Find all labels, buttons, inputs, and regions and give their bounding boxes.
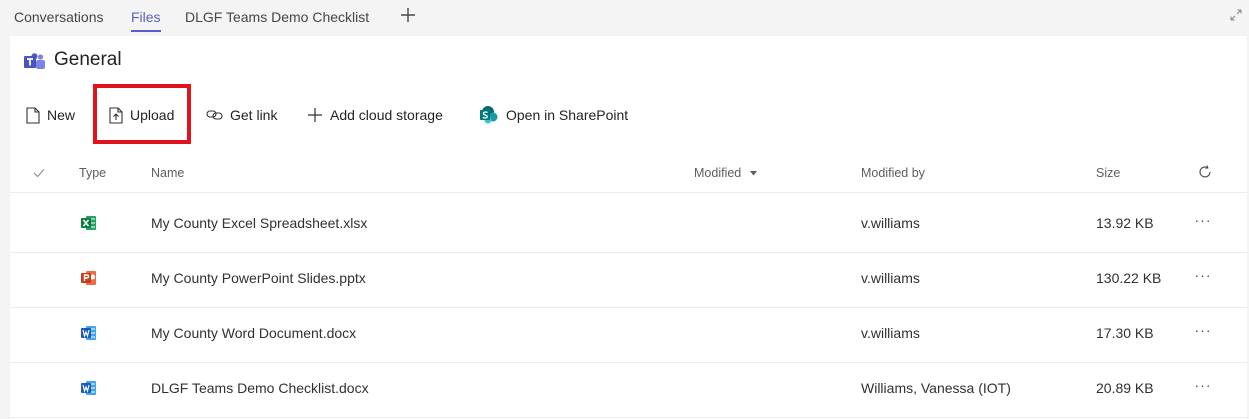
upload-button[interactable]: Upload	[109, 102, 174, 128]
get-link-button[interactable]: Get link	[206, 102, 277, 128]
tab-files[interactable]: Files	[131, 9, 161, 32]
plus-icon	[308, 108, 322, 122]
upload-label: Upload	[130, 107, 175, 123]
more-options-icon[interactable]: ···	[1190, 322, 1216, 342]
file-size: 17.30 KB	[1096, 325, 1154, 341]
file-size: 130.22 KB	[1096, 270, 1162, 286]
column-header-modified-label: Modified	[694, 166, 742, 180]
file-name[interactable]: My County PowerPoint Slides.pptx	[151, 270, 366, 286]
word-file-icon	[81, 381, 96, 395]
column-header-size[interactable]: Size	[1096, 166, 1120, 180]
link-icon	[206, 110, 223, 120]
more-options-icon[interactable]: ···	[1190, 377, 1216, 397]
powerpoint-file-icon	[81, 271, 96, 285]
file-name[interactable]: My County Excel Spreadsheet.xlsx	[151, 215, 367, 231]
add-cloud-storage-label: Add cloud storage	[330, 107, 443, 123]
channel-title: General	[54, 49, 122, 70]
more-options-icon[interactable]: ···	[1190, 212, 1216, 232]
get-link-label: Get link	[230, 107, 278, 123]
table-header: Type Name Modified Modified by Size	[10, 154, 1247, 193]
upload-icon	[109, 106, 123, 124]
add-cloud-storage-button[interactable]: Add cloud storage	[307, 102, 443, 128]
channel-tab-bar: Conversations Files DLGF Teams Demo Chec…	[0, 0, 1249, 36]
sort-down-icon	[749, 171, 757, 176]
file-size: 20.89 KB	[1096, 380, 1154, 396]
column-header-type[interactable]: Type	[79, 166, 106, 180]
table-row[interactable]: My County PowerPoint Slides.pptx v.willi…	[10, 253, 1247, 308]
file-name[interactable]: My County Word Document.docx	[151, 325, 356, 341]
modified-by: Williams, Vanessa (IOT)	[861, 380, 1011, 396]
refresh-icon[interactable]	[1197, 164, 1213, 180]
modified-by: v.williams	[861, 325, 920, 341]
column-header-modified-by[interactable]: Modified by	[861, 166, 925, 180]
open-in-sharepoint-label: Open in SharePoint	[506, 107, 629, 123]
checkmark-icon[interactable]	[33, 168, 45, 178]
word-file-icon	[81, 326, 96, 340]
file-name[interactable]: DLGF Teams Demo Checklist.docx	[151, 380, 369, 396]
modified-by: v.williams	[861, 215, 920, 231]
modified-by: v.williams	[861, 270, 920, 286]
column-header-modified[interactable]: Modified	[694, 166, 757, 180]
tab-conversations[interactable]: Conversations	[14, 9, 104, 25]
expand-icon[interactable]	[1228, 7, 1244, 23]
tab-dlgf-teams-demo-checklist[interactable]: DLGF Teams Demo Checklist	[185, 9, 369, 25]
new-document-icon	[26, 106, 40, 124]
table-row[interactable]: My County Excel Spreadsheet.xlsx v.willi…	[10, 198, 1247, 253]
more-options-icon[interactable]: ···	[1190, 267, 1216, 287]
plus-icon[interactable]	[398, 5, 418, 25]
file-size: 13.92 KB	[1096, 215, 1154, 231]
new-button[interactable]: New	[26, 102, 75, 128]
open-in-sharepoint-button[interactable]: Open in SharePoint	[479, 102, 628, 128]
sharepoint-icon	[480, 106, 498, 124]
files-panel: General New Upload Get link Add cloud st…	[10, 36, 1247, 419]
teams-logo-icon	[24, 53, 45, 69]
table-row[interactable]: My County Word Document.docx v.williams …	[10, 308, 1247, 363]
column-header-name[interactable]: Name	[151, 166, 184, 180]
table-row[interactable]: DLGF Teams Demo Checklist.docx Williams,…	[10, 363, 1247, 418]
excel-file-icon	[81, 216, 96, 230]
new-label: New	[47, 107, 76, 123]
